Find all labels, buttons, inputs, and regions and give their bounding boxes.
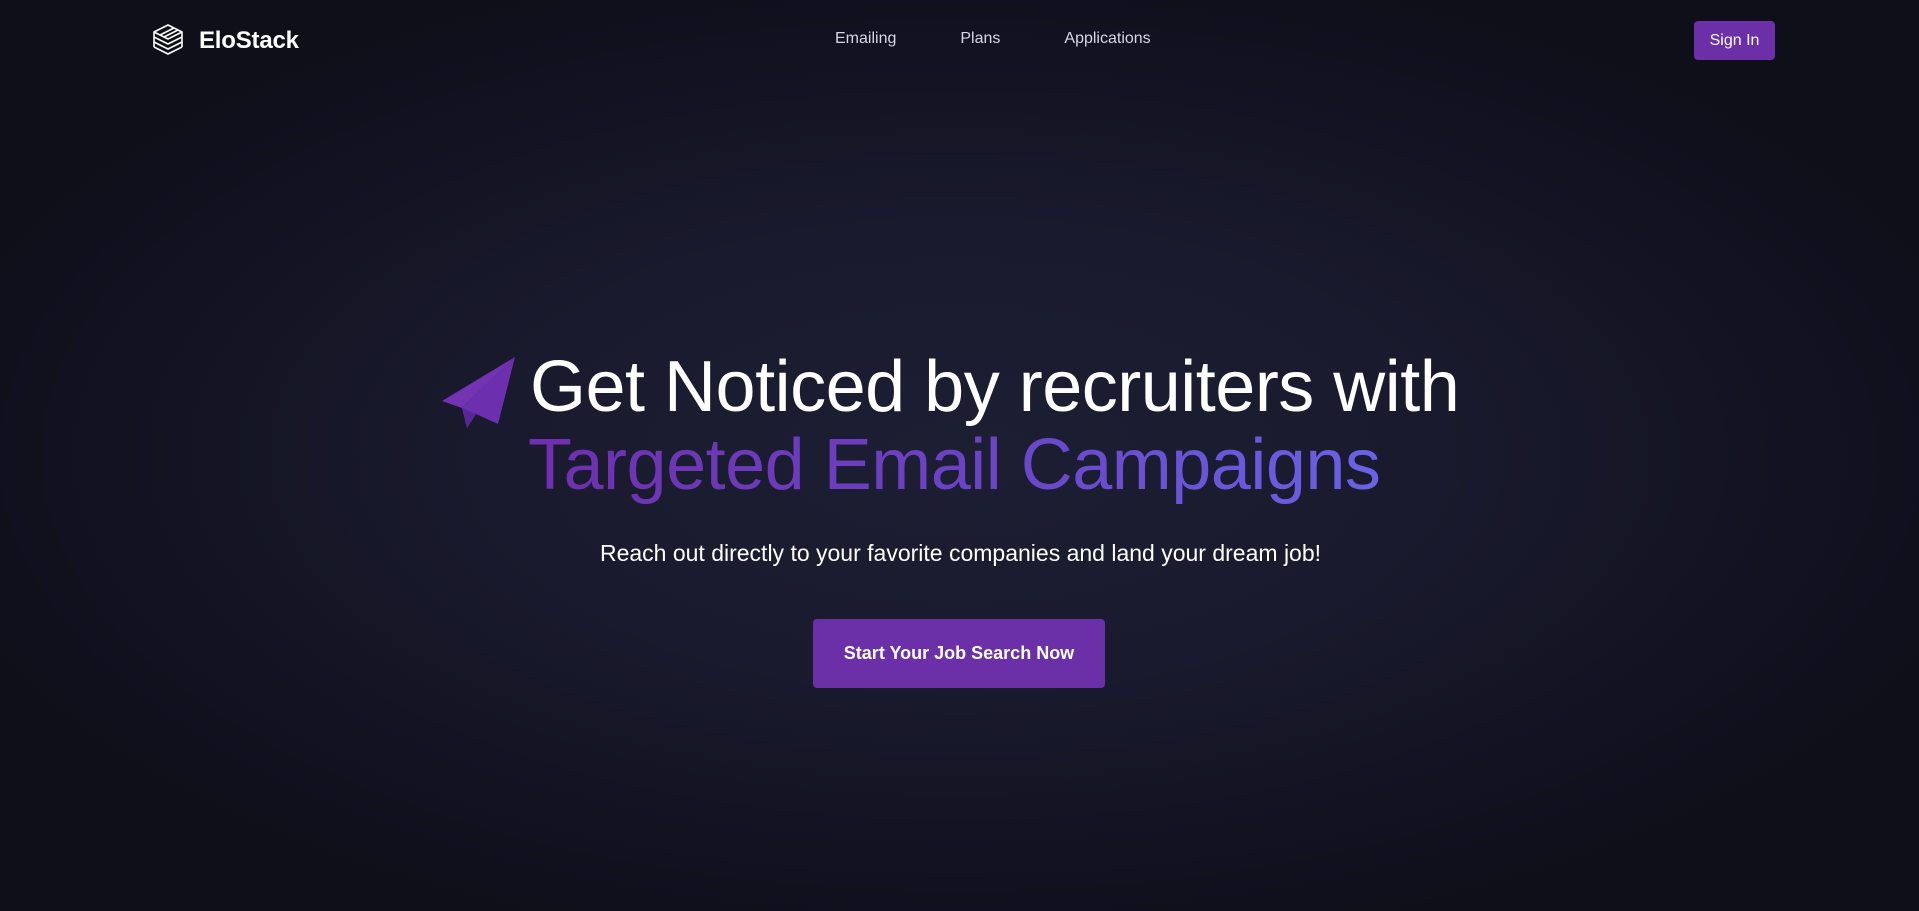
brand-name: EloStack — [199, 27, 299, 54]
nav-link-applications[interactable]: Applications — [1064, 30, 1150, 48]
headline-line-1: Get Noticed by recruiters with — [530, 347, 1460, 427]
site-header: EloStack Emailing Plans Applications Sig… — [0, 0, 1919, 82]
nav-link-plans[interactable]: Plans — [960, 30, 1000, 48]
hero-subtext: Reach out directly to your favorite comp… — [0, 540, 1919, 567]
paper-plane-icon — [442, 357, 515, 428]
hero-subtext-label: Reach out directly to your favorite comp… — [599, 540, 1322, 566]
headline-line-2: Targeted Email Campaigns — [528, 425, 1381, 505]
layered-stack-icon — [153, 24, 183, 55]
start-job-search-button[interactable]: Start Your Job Search Now — [813, 619, 1105, 688]
hero-section: Get Noticed by recruiters with Targeted … — [0, 0, 1919, 911]
sign-in-button[interactable]: Sign In — [1694, 21, 1775, 60]
main-nav: Emailing Plans Applications — [835, 30, 1151, 48]
brand[interactable]: EloStack — [151, 22, 299, 60]
nav-link-emailing[interactable]: Emailing — [835, 30, 896, 48]
